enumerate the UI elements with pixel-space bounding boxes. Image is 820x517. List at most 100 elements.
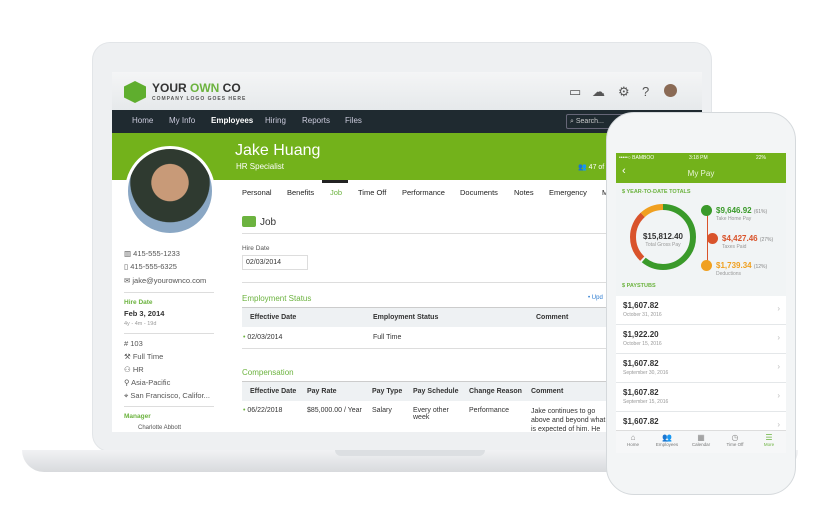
- comp-row-comment: Jake continues to go above and beyond wh…: [531, 408, 606, 432]
- label: Employees: [655, 442, 679, 447]
- nav-files[interactable]: Files: [345, 116, 362, 125]
- col: Effective Date: [250, 388, 297, 395]
- logo-icon: [124, 81, 146, 103]
- label: Home: [626, 442, 639, 447]
- manager-label: Manager: [124, 413, 151, 420]
- tab-documents[interactable]: Documents: [460, 188, 498, 197]
- manager-name[interactable]: Charlotte Abbott: [124, 425, 181, 431]
- deductions-label: Deductions: [716, 271, 742, 277]
- employee-photo: [125, 146, 215, 236]
- tab-notes[interactable]: Notes: [514, 188, 534, 197]
- work-phone: ▥ 415-555-1233: [124, 249, 180, 258]
- hire-date-input[interactable]: 02/03/2014: [242, 255, 308, 270]
- paystub-item[interactable]: $1,607.82 September 30, 2016 ›: [616, 354, 786, 383]
- phone-tab-bar: ⌂ Home 👥 Employees ▦ Calendar ◷ Time Off ☰ Mo…: [616, 430, 786, 453]
- paystub-item[interactable]: $1,607.82 October 31, 2016 ›: [616, 296, 786, 325]
- nav-employees[interactable]: Employees: [211, 116, 253, 125]
- comp-row-date: • 06/22/2018: [243, 407, 283, 414]
- ptab-time-off[interactable]: ◷ Time Off: [718, 433, 752, 447]
- clock: 3:18 PM: [689, 155, 708, 161]
- value: $1,739.34: [716, 261, 752, 270]
- employee-name: Jake Huang: [235, 142, 321, 159]
- logo-title: YOUR OWN CO: [152, 81, 241, 95]
- nav-my-info[interactable]: My Info: [169, 116, 195, 125]
- col-employment-status: Employment Status: [373, 314, 439, 321]
- nav-reports[interactable]: Reports: [302, 116, 330, 125]
- nav-hiring[interactable]: Hiring: [265, 116, 286, 125]
- amount: $1,922.20: [623, 330, 659, 339]
- tab-personal[interactable]: Personal: [242, 188, 272, 197]
- col: Pay Rate: [307, 388, 337, 395]
- division: ⚲ Asia-Pacific: [124, 378, 171, 387]
- compensation-title: Compensation: [242, 368, 294, 377]
- chevron-right-icon: ›: [777, 362, 780, 371]
- tab-emergency[interactable]: Emergency: [549, 188, 587, 197]
- battery: 22%: [756, 155, 767, 161]
- ptab-calendar[interactable]: ▦ Calendar: [684, 433, 718, 447]
- gear-icon[interactable]: ⚙: [618, 84, 630, 100]
- employee-count[interactable]: 👥 47 of: [578, 163, 604, 171]
- inbox-icon[interactable]: ▭: [569, 84, 581, 100]
- label: More: [763, 442, 775, 447]
- calendar-icon: ▦: [697, 433, 705, 442]
- email-text: jake@yourownco.com: [132, 276, 207, 285]
- value: $9,646.92: [716, 206, 752, 215]
- deductions-icon: [701, 260, 712, 271]
- comp-row-schedule: Every other week: [413, 407, 449, 421]
- amount: $1,607.82: [623, 301, 659, 310]
- paystub-item[interactable]: $1,607.82 September 15, 2016 ›: [616, 383, 786, 412]
- department: ⚇ HR: [124, 365, 144, 374]
- label: Calendar: [691, 442, 711, 447]
- ptab-employees[interactable]: 👥 Employees: [650, 433, 684, 447]
- employment-row-status: Full Time: [373, 334, 402, 341]
- avatar[interactable]: [664, 84, 677, 97]
- help-icon[interactable]: ?: [642, 84, 649, 99]
- comp-row-reason: Performance: [469, 407, 510, 414]
- gross-label: Total Gross Pay: [645, 242, 681, 248]
- tab-performance[interactable]: Performance: [402, 188, 445, 197]
- ptab-home[interactable]: ⌂ Home: [616, 433, 650, 447]
- ptab-more[interactable]: ☰ More: [752, 433, 786, 447]
- col-effective-date: Effective Date: [250, 314, 297, 321]
- update-link[interactable]: • Upd: [588, 295, 603, 301]
- paystubs-text: PAYSTUBS: [626, 283, 656, 289]
- laptop-notch: [335, 450, 485, 456]
- pct: (12%): [753, 264, 768, 270]
- emp-no-text: 103: [130, 339, 143, 348]
- phone-title: My Pay: [687, 169, 715, 178]
- cloud-upload-icon[interactable]: ☁: [592, 84, 605, 100]
- phone-header: •••••○ BAMBOO 3:18 PM 22% ‹ My Pay: [616, 153, 786, 183]
- logo-a: YOUR: [152, 81, 191, 95]
- taxes-value: $4,427.46 (27%): [722, 234, 773, 243]
- employment-row-date: • 02/03/2014: [243, 334, 283, 341]
- ytd-text: YEAR-TO-DATE TOTALS: [626, 189, 691, 195]
- briefcase-icon: [242, 216, 256, 227]
- employment-status: ⚒ Full Time: [124, 352, 164, 361]
- amount: $1,607.82: [623, 359, 659, 368]
- email[interactable]: ✉ jake@yourownco.com: [124, 276, 206, 285]
- tab-job[interactable]: Job: [330, 188, 342, 197]
- col: Comment: [531, 388, 564, 395]
- phone-screen: •••••○ BAMBOO 3:18 PM 22% ‹ My Pay $ YEA…: [616, 153, 786, 453]
- nav-home[interactable]: Home: [132, 116, 153, 125]
- deductions-value: $1,739.34 (12%): [716, 261, 767, 270]
- col: Pay Type: [372, 388, 403, 395]
- value: $4,427.46: [722, 234, 758, 243]
- tab-benefits[interactable]: Benefits: [287, 188, 314, 197]
- cell: 02/03/2014: [247, 334, 283, 341]
- search-placeholder: Search...: [575, 118, 604, 125]
- chevron-right-icon: ›: [777, 333, 780, 342]
- hire-date-field-label: Hire Date: [242, 245, 270, 252]
- divider: [124, 292, 214, 293]
- logo-subtitle: COMPANY LOGO GOES HERE: [152, 96, 247, 102]
- job-heading: Job: [260, 217, 277, 228]
- date: September 30, 2016: [623, 370, 669, 376]
- chevron-right-icon: ›: [777, 420, 780, 429]
- paystub-item[interactable]: $1,922.20 October 15, 2016 ›: [616, 325, 786, 354]
- date: October 15, 2016: [623, 341, 662, 347]
- menu-icon: ☰: [765, 433, 773, 442]
- tab-time-off[interactable]: Time Off: [358, 188, 386, 197]
- amount: $1,607.82: [623, 417, 659, 426]
- app-header: YOUR OWN CO COMPANY LOGO GOES HERE ▭ ☁ ⚙…: [112, 72, 702, 110]
- paystubs-label: $ PAYSTUBS: [622, 283, 656, 289]
